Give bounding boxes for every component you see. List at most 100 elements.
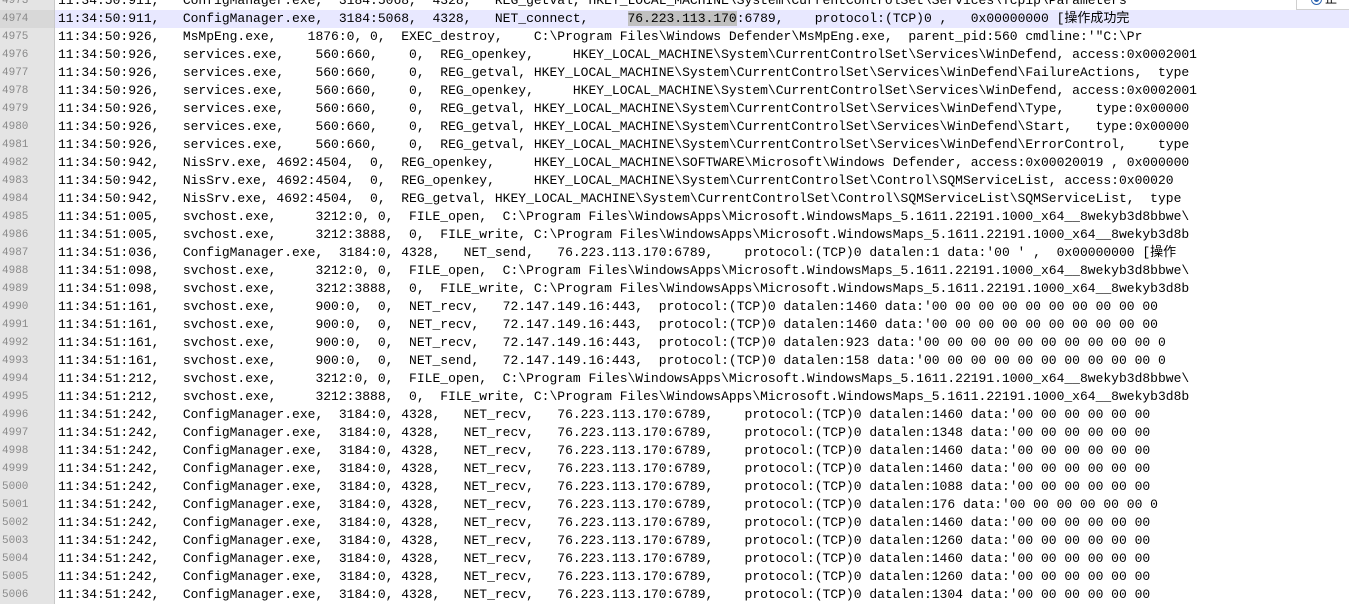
log-line-text: 11:34:51:098, svchost.exe, 3212:3888, 0,… bbox=[58, 281, 1190, 296]
log-line[interactable]: 4978 11:34:50:926, services.exe, 560:660,… bbox=[0, 82, 1349, 100]
log-line-text: 11:34:51:161, svchost.exe, 900:0, 0, NET… bbox=[58, 335, 1166, 350]
selected-text[interactable]: 76.223.113.170 bbox=[627, 11, 737, 26]
log-line-text: 11:34:51:242, ConfigManager.exe, 3184:0,… bbox=[58, 479, 1151, 494]
log-line-text: 11:34:50:926, services.exe, 560:660, 0, … bbox=[58, 137, 1190, 152]
log-line-text: 11:34:51:242, ConfigManager.exe, 3184:0,… bbox=[58, 569, 1151, 584]
log-line[interactable]: 5004 11:34:51:242, ConfigManager.exe, 318… bbox=[0, 550, 1349, 568]
log-line-text: 11:34:50:911, ConfigManager.exe, 3184:50… bbox=[58, 11, 1130, 26]
log-line-text: 11:34:51:036, ConfigManager.exe, 3184:0,… bbox=[58, 245, 1177, 260]
log-line[interactable]: 4989 11:34:51:098, svchost.exe, 3212:3888… bbox=[0, 280, 1349, 298]
log-line-text: 11:34:50:926, services.exe, 560:660, 0, … bbox=[58, 65, 1190, 80]
log-line-text: 11:34:51:212, svchost.exe, 3212:3888, 0,… bbox=[58, 389, 1190, 404]
line-number: 4993 bbox=[0, 352, 55, 370]
log-line-text: 11:34:50:926, MsMpEng.exe, 1876:0, 0, EX… bbox=[58, 29, 1143, 44]
line-number: 5000 bbox=[0, 478, 55, 496]
log-line[interactable]: 4995 11:34:51:212, svchost.exe, 3212:3888… bbox=[0, 388, 1349, 406]
log-line[interactable]: 4988 11:34:51:098, svchost.exe, 3212:0, 0… bbox=[0, 262, 1349, 280]
log-line-text: 11:34:51:242, ConfigManager.exe, 3184:0,… bbox=[58, 443, 1151, 458]
line-number: 4977 bbox=[0, 64, 55, 82]
line-number: 5003 bbox=[0, 532, 55, 550]
log-line[interactable]: 5000 11:34:51:242, ConfigManager.exe, 318… bbox=[0, 478, 1349, 496]
log-line[interactable]: 4975 11:34:50:926, MsMpEng.exe, 1876:0, 0… bbox=[0, 28, 1349, 46]
line-number: 4997 bbox=[0, 424, 55, 442]
log-line-text: 11:34:50:911, ConfigManager.exe, 3184:50… bbox=[58, 0, 1127, 8]
log-line[interactable]: 4977 11:34:50:926, services.exe, 560:660,… bbox=[0, 64, 1349, 82]
line-number: 4985 bbox=[0, 208, 55, 226]
log-line-text: 11:34:51:242, ConfigManager.exe, 3184:0,… bbox=[58, 461, 1151, 476]
line-number: 5002 bbox=[0, 514, 55, 532]
log-line-text: 11:34:51:242, ConfigManager.exe, 3184:0,… bbox=[58, 425, 1151, 440]
line-number: 4981 bbox=[0, 136, 55, 154]
log-line[interactable]: 5002 11:34:51:242, ConfigManager.exe, 318… bbox=[0, 514, 1349, 532]
log-editor[interactable]: 4973 11:34:50:911, ConfigManager.exe, 318… bbox=[0, 0, 1349, 604]
options-panel-fragment: 正 bbox=[1296, 0, 1349, 10]
line-number: 4994 bbox=[0, 370, 55, 388]
line-number: 4992 bbox=[0, 334, 55, 352]
line-number: 4975 bbox=[0, 28, 55, 46]
log-line[interactable]: 4979 11:34:50:926, services.exe, 560:660,… bbox=[0, 100, 1349, 118]
log-line[interactable]: 4994 11:34:51:212, svchost.exe, 3212:0, 0… bbox=[0, 370, 1349, 388]
line-number: 5006 bbox=[0, 586, 55, 604]
log-line[interactable]: 4984 11:34:50:942, NisSrv.exe, 4692:4504,… bbox=[0, 190, 1349, 208]
log-line[interactable]: 4985 11:34:51:005, svchost.exe, 3212:0, 0… bbox=[0, 208, 1349, 226]
log-line-text: 11:34:51:161, svchost.exe, 900:0, 0, NET… bbox=[58, 299, 1158, 314]
log-line[interactable]: 4974 11:34:50:911, ConfigManager.exe, 318… bbox=[0, 10, 1349, 28]
panel-option-label: 正 bbox=[1325, 0, 1337, 7]
log-line[interactable]: 5003 11:34:51:242, ConfigManager.exe, 318… bbox=[0, 532, 1349, 550]
log-line[interactable]: 4990 11:34:51:161, svchost.exe, 900:0, 0,… bbox=[0, 298, 1349, 316]
line-number: 4991 bbox=[0, 316, 55, 334]
log-line[interactable]: 4987 11:34:51:036, ConfigManager.exe, 318… bbox=[0, 244, 1349, 262]
log-line[interactable]: 4980 11:34:50:926, services.exe, 560:660,… bbox=[0, 118, 1349, 136]
log-line-text: 11:34:51:098, svchost.exe, 3212:0, 0, FI… bbox=[58, 263, 1190, 278]
line-number: 4986 bbox=[0, 226, 55, 244]
line-number: 4996 bbox=[0, 406, 55, 424]
line-number: 4973 bbox=[0, 0, 55, 10]
log-line[interactable]: 5006 11:34:51:242, ConfigManager.exe, 318… bbox=[0, 586, 1349, 604]
log-line[interactable]: 4976 11:34:50:926, services.exe, 560:660,… bbox=[0, 46, 1349, 64]
line-number: 4987 bbox=[0, 244, 55, 262]
line-number: 4982 bbox=[0, 154, 55, 172]
log-line-text: 11:34:51:212, svchost.exe, 3212:0, 0, FI… bbox=[58, 371, 1190, 386]
log-line-text: 11:34:50:942, NisSrv.exe, 4692:4504, 0, … bbox=[58, 155, 1190, 170]
log-line[interactable]: 4996 11:34:51:242, ConfigManager.exe, 318… bbox=[0, 406, 1349, 424]
radio-button-icon[interactable] bbox=[1311, 0, 1322, 5]
log-line-text: 11:34:51:242, ConfigManager.exe, 3184:0,… bbox=[58, 587, 1151, 602]
log-line-text: 11:34:50:926, services.exe, 560:660, 0, … bbox=[58, 101, 1190, 116]
line-number: 4989 bbox=[0, 280, 55, 298]
log-line[interactable]: 4991 11:34:51:161, svchost.exe, 900:0, 0,… bbox=[0, 316, 1349, 334]
log-line[interactable]: 4983 11:34:50:942, NisSrv.exe, 4692:4504,… bbox=[0, 172, 1349, 190]
log-line[interactable]: 4998 11:34:51:242, ConfigManager.exe, 318… bbox=[0, 442, 1349, 460]
line-number: 5005 bbox=[0, 568, 55, 586]
log-line[interactable]: 4993 11:34:51:161, svchost.exe, 900:0, 0,… bbox=[0, 352, 1349, 370]
line-number: 4983 bbox=[0, 172, 55, 190]
log-line[interactable]: 4986 11:34:51:005, svchost.exe, 3212:3888… bbox=[0, 226, 1349, 244]
log-line-text: 11:34:51:242, ConfigManager.exe, 3184:0,… bbox=[58, 407, 1151, 422]
log-line-text: 11:34:51:242, ConfigManager.exe, 3184:0,… bbox=[58, 551, 1151, 566]
line-number: 4995 bbox=[0, 388, 55, 406]
log-line[interactable]: 4992 11:34:51:161, svchost.exe, 900:0, 0,… bbox=[0, 334, 1349, 352]
line-number: 4980 bbox=[0, 118, 55, 136]
log-line[interactable]: 4997 11:34:51:242, ConfigManager.exe, 318… bbox=[0, 424, 1349, 442]
log-line[interactable]: 4982 11:34:50:942, NisSrv.exe, 4692:4504,… bbox=[0, 154, 1349, 172]
log-line[interactable]: 4973 11:34:50:911, ConfigManager.exe, 318… bbox=[0, 0, 1349, 10]
line-number: 4984 bbox=[0, 190, 55, 208]
log-line[interactable]: 4999 11:34:51:242, ConfigManager.exe, 318… bbox=[0, 460, 1349, 478]
line-number: 4990 bbox=[0, 298, 55, 316]
line-number: 4979 bbox=[0, 100, 55, 118]
log-line-text: 11:34:51:005, svchost.exe, 3212:3888, 0,… bbox=[58, 227, 1190, 242]
log-line[interactable]: 5005 11:34:51:242, ConfigManager.exe, 318… bbox=[0, 568, 1349, 586]
line-number: 4974 bbox=[0, 10, 55, 28]
line-number: 4998 bbox=[0, 442, 55, 460]
log-line-text: 11:34:50:926, services.exe, 560:660, 0, … bbox=[58, 47, 1197, 62]
line-number: 5001 bbox=[0, 496, 55, 514]
log-line[interactable]: 5001 11:34:51:242, ConfigManager.exe, 318… bbox=[0, 496, 1349, 514]
log-line-text: 11:34:51:161, svchost.exe, 900:0, 0, NET… bbox=[58, 317, 1158, 332]
line-number: 4976 bbox=[0, 46, 55, 64]
line-number: 4988 bbox=[0, 262, 55, 280]
line-number: 4999 bbox=[0, 460, 55, 478]
log-line-text: 11:34:51:242, ConfigManager.exe, 3184:0,… bbox=[58, 515, 1151, 530]
line-number: 5004 bbox=[0, 550, 55, 568]
log-line-text: 11:34:51:242, ConfigManager.exe, 3184:0,… bbox=[58, 533, 1151, 548]
log-line-text: 11:34:51:161, svchost.exe, 900:0, 0, NET… bbox=[58, 353, 1166, 368]
log-line[interactable]: 4981 11:34:50:926, services.exe, 560:660,… bbox=[0, 136, 1349, 154]
